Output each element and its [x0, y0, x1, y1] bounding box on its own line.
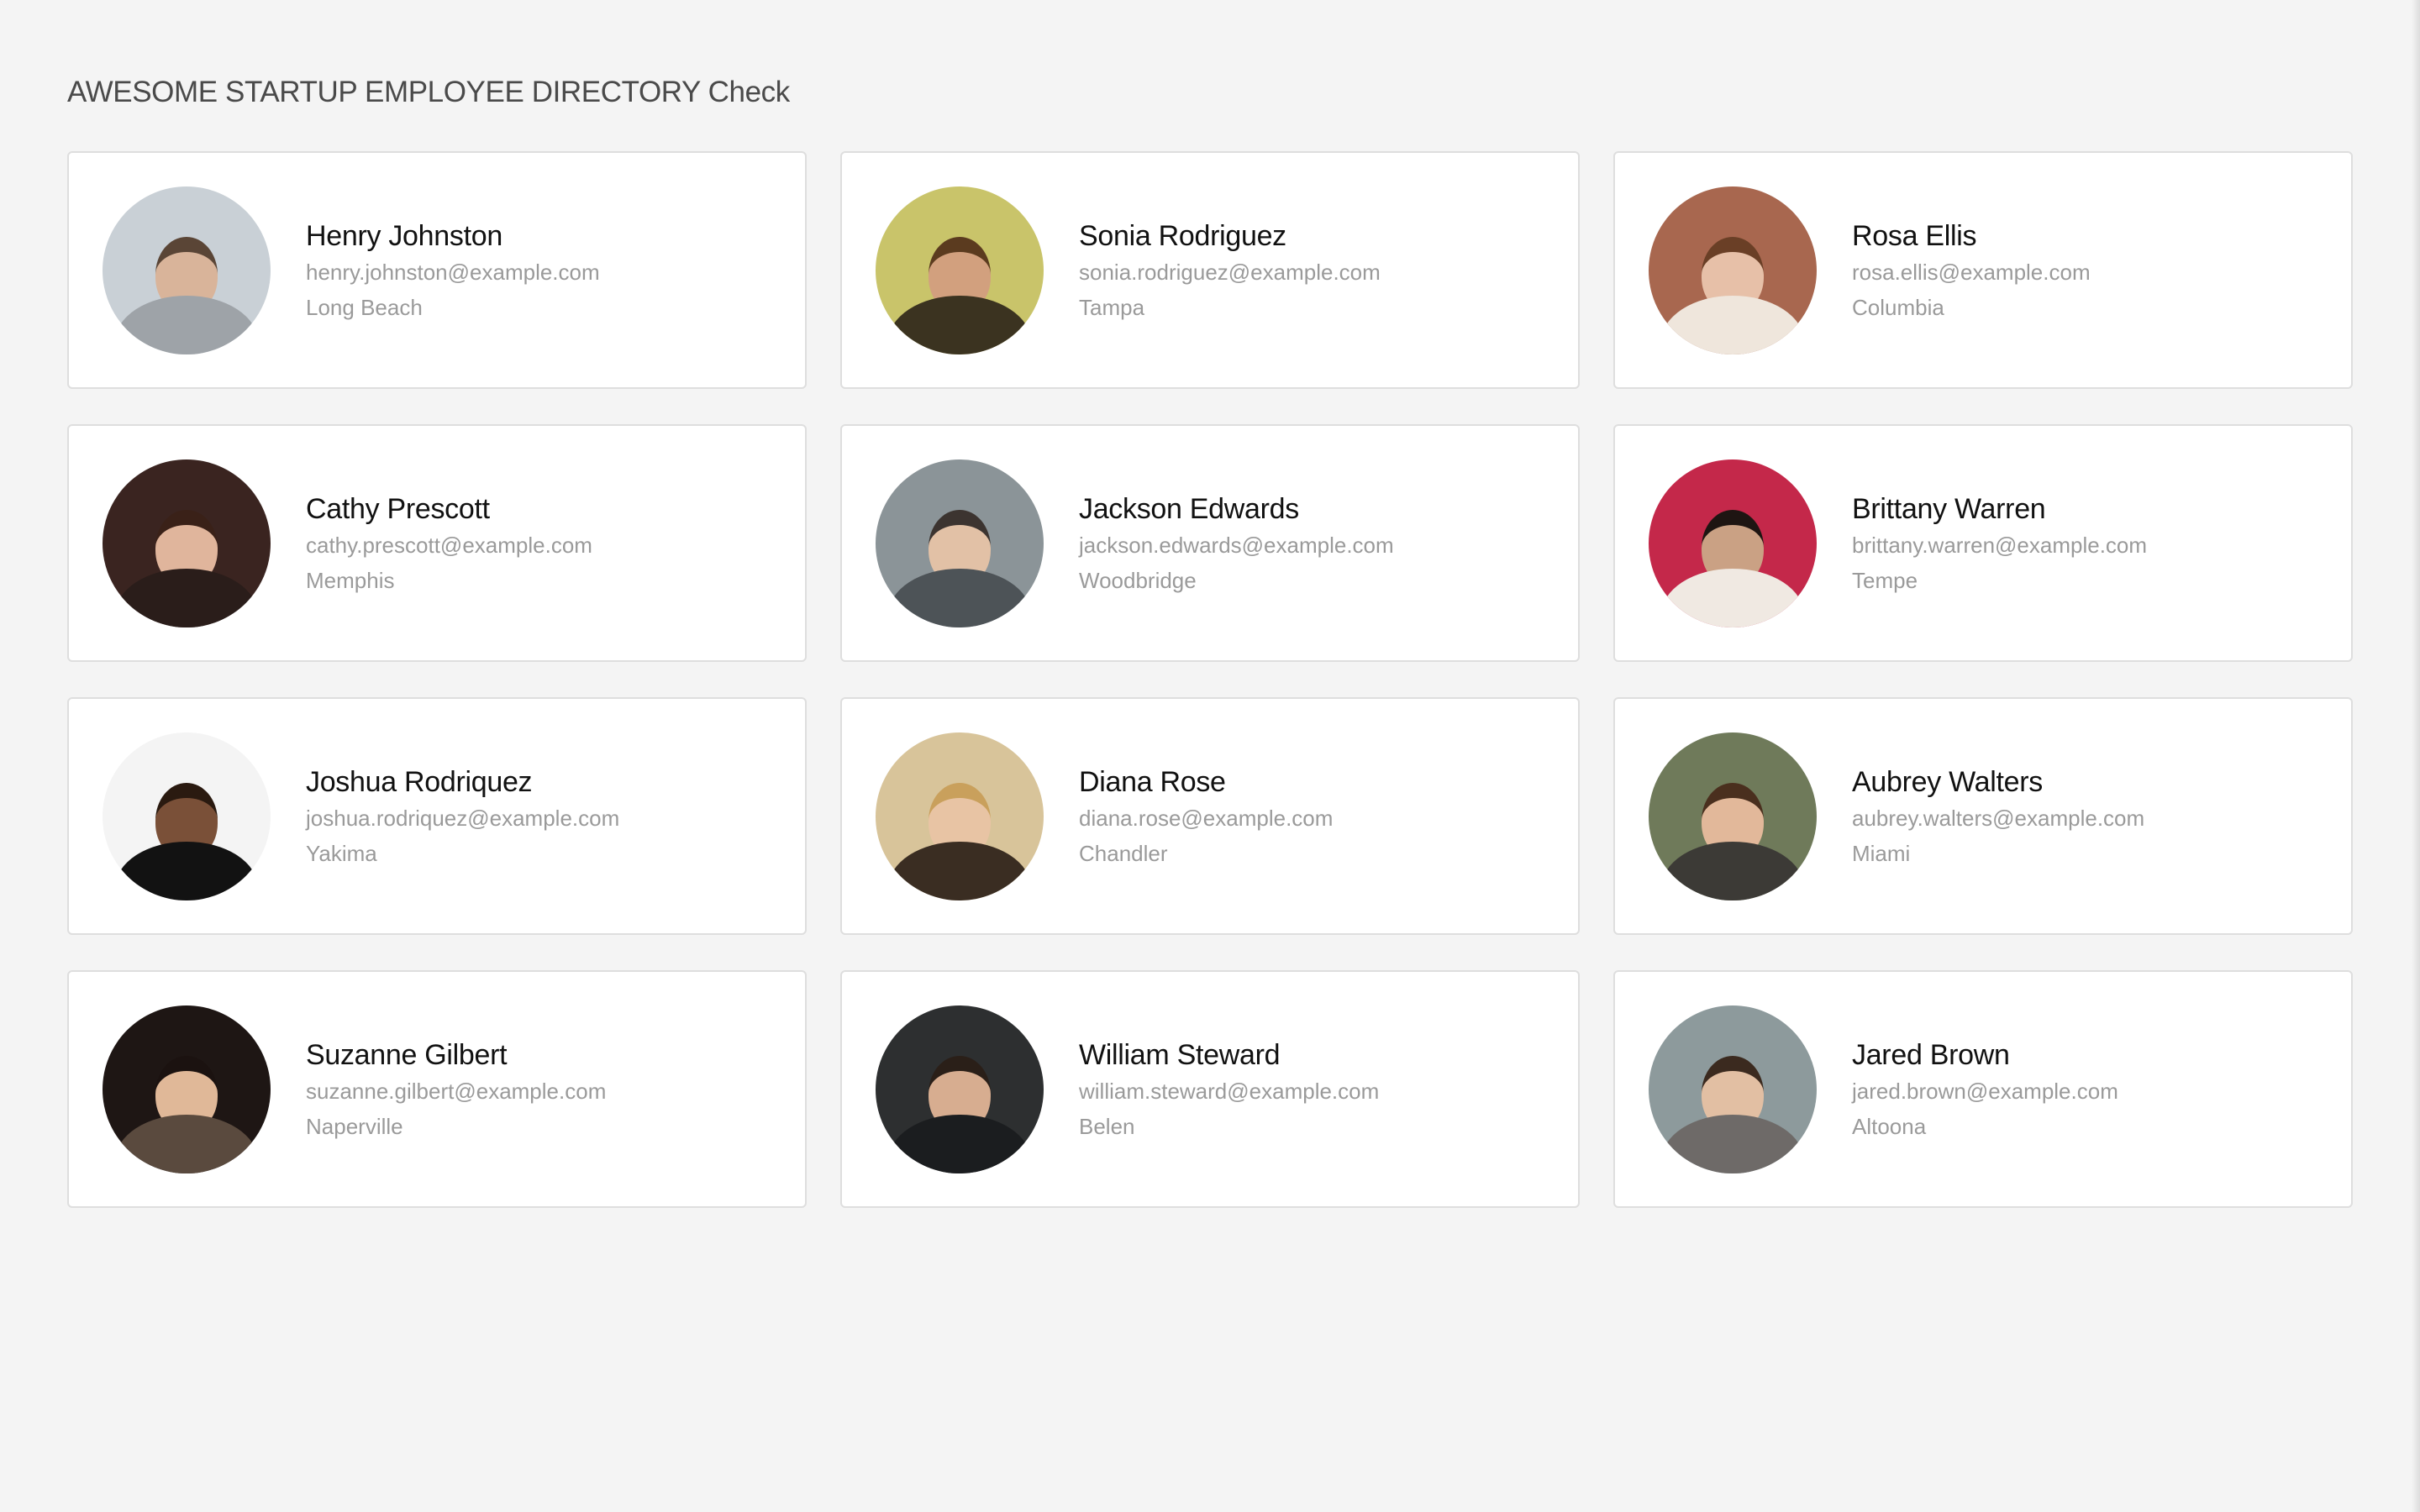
employee-info: Cathy Prescott cathy.prescott@example.co…	[306, 492, 592, 595]
avatar-shoulders-shape	[115, 568, 258, 627]
employee-info: William Steward william.steward@example.…	[1079, 1038, 1379, 1141]
employee-name: Jared Brown	[1852, 1038, 2010, 1071]
employee-card[interactable]: Cathy Prescott cathy.prescott@example.co…	[67, 424, 807, 662]
employee-grid: Henry Johnston henry.johnston@example.co…	[67, 151, 2353, 1208]
avatar-shoulders-shape	[888, 295, 1031, 354]
avatar-shoulders-shape	[1661, 841, 1804, 900]
employee-avatar	[1649, 186, 1817, 354]
avatar-shoulders-shape	[115, 295, 258, 354]
avatar-shoulders-shape	[888, 568, 1031, 627]
employee-info: Jackson Edwards jackson.edwards@example.…	[1079, 492, 1394, 595]
avatar-shoulders-shape	[115, 841, 258, 900]
employee-avatar	[876, 459, 1044, 627]
employee-avatar	[103, 186, 271, 354]
employee-info: Brittany Warren brittany.warren@example.…	[1852, 492, 2147, 595]
employee-avatar	[1649, 1005, 1817, 1173]
employee-name: Cathy Prescott	[306, 492, 490, 525]
employee-email: aubrey.walters@example.com	[1852, 805, 2145, 831]
employee-name: Jackson Edwards	[1079, 492, 1299, 525]
employee-card[interactable]: Jackson Edwards jackson.edwards@example.…	[840, 424, 1580, 662]
employee-name: William Steward	[1079, 1038, 1281, 1071]
employee-info: Sonia Rodriguez sonia.rodriguez@example.…	[1079, 219, 1381, 322]
employee-city: Tampa	[1079, 294, 1145, 320]
employee-email: joshua.rodriquez@example.com	[306, 805, 620, 831]
employee-name: Rosa Ellis	[1852, 219, 1977, 252]
employee-card[interactable]: Sonia Rodriguez sonia.rodriguez@example.…	[840, 151, 1580, 389]
employee-info: Aubrey Walters aubrey.walters@example.co…	[1852, 765, 2144, 868]
page-title: AWESOME STARTUP EMPLOYEE DIRECTORY Check	[67, 76, 790, 108]
employee-email: jackson.edwards@example.com	[1079, 532, 1394, 558]
employee-email: sonia.rodriguez@example.com	[1079, 259, 1381, 285]
employee-card[interactable]: Joshua Rodriquez joshua.rodriquez@exampl…	[67, 697, 807, 935]
avatar-shoulders-shape	[1661, 568, 1804, 627]
employee-city: Miami	[1852, 840, 1911, 866]
employee-email: diana.rose@example.com	[1079, 805, 1334, 831]
avatar-shoulders-shape	[888, 1114, 1031, 1173]
employee-card[interactable]: Diana Rose diana.rose@example.com Chandl…	[840, 697, 1580, 935]
employee-avatar	[876, 1005, 1044, 1173]
employee-city: Tempe	[1852, 567, 1918, 593]
employee-avatar	[103, 1005, 271, 1173]
employee-name: Sonia Rodriguez	[1079, 219, 1286, 252]
employee-avatar	[1649, 459, 1817, 627]
employee-name: Suzanne Gilbert	[306, 1038, 508, 1071]
employee-card[interactable]: Henry Johnston henry.johnston@example.co…	[67, 151, 807, 389]
avatar-shoulders-shape	[115, 1114, 258, 1173]
employee-city: Long Beach	[306, 294, 423, 320]
employee-avatar	[103, 459, 271, 627]
employee-city: Columbia	[1852, 294, 1944, 320]
employee-info: Diana Rose diana.rose@example.com Chandl…	[1079, 765, 1333, 868]
employee-name: Brittany Warren	[1852, 492, 2046, 525]
employee-city: Yakima	[306, 840, 377, 866]
employee-city: Memphis	[306, 567, 395, 593]
employee-email: brittany.warren@example.com	[1852, 532, 2148, 558]
scrollbar[interactable]	[2412, 0, 2420, 1512]
employee-avatar	[876, 186, 1044, 354]
employee-card[interactable]: Suzanne Gilbert suzanne.gilbert@example.…	[67, 970, 807, 1208]
employee-info: Henry Johnston henry.johnston@example.co…	[306, 219, 600, 322]
employee-email: cathy.prescott@example.com	[306, 532, 592, 558]
employee-city: Woodbridge	[1079, 567, 1197, 593]
employee-name: Henry Johnston	[306, 219, 502, 252]
employee-name: Aubrey Walters	[1852, 765, 2043, 798]
employee-info: Suzanne Gilbert suzanne.gilbert@example.…	[306, 1038, 606, 1141]
employee-name: Diana Rose	[1079, 765, 1226, 798]
employee-avatar	[1649, 732, 1817, 900]
employee-info: Rosa Ellis rosa.ellis@example.com Columb…	[1852, 219, 2091, 322]
employee-avatar	[876, 732, 1044, 900]
avatar-shoulders-shape	[1661, 1114, 1804, 1173]
directory-page: AWESOME STARTUP EMPLOYEE DIRECTORY Check…	[0, 0, 2420, 1512]
employee-email: jared.brown@example.com	[1852, 1078, 2118, 1104]
employee-email: william.steward@example.com	[1079, 1078, 1380, 1104]
employee-email: suzanne.gilbert@example.com	[306, 1078, 607, 1104]
avatar-shoulders-shape	[1661, 295, 1804, 354]
employee-card[interactable]: Brittany Warren brittany.warren@example.…	[1613, 424, 2353, 662]
employee-name: Joshua Rodriquez	[306, 765, 533, 798]
employee-city: Naperville	[306, 1113, 403, 1139]
employee-city: Chandler	[1079, 840, 1168, 866]
employee-city: Altoona	[1852, 1113, 1927, 1139]
employee-email: rosa.ellis@example.com	[1852, 259, 2091, 285]
employee-avatar	[103, 732, 271, 900]
avatar-shoulders-shape	[888, 841, 1031, 900]
employee-info: Jared Brown jared.brown@example.com Alto…	[1852, 1038, 2118, 1141]
employee-info: Joshua Rodriquez joshua.rodriquez@exampl…	[306, 765, 619, 868]
employee-email: henry.johnston@example.com	[306, 259, 600, 285]
employee-card[interactable]: Jared Brown jared.brown@example.com Alto…	[1613, 970, 2353, 1208]
employee-card[interactable]: Aubrey Walters aubrey.walters@example.co…	[1613, 697, 2353, 935]
employee-card[interactable]: Rosa Ellis rosa.ellis@example.com Columb…	[1613, 151, 2353, 389]
employee-card[interactable]: William Steward william.steward@example.…	[840, 970, 1580, 1208]
employee-city: Belen	[1079, 1113, 1135, 1139]
